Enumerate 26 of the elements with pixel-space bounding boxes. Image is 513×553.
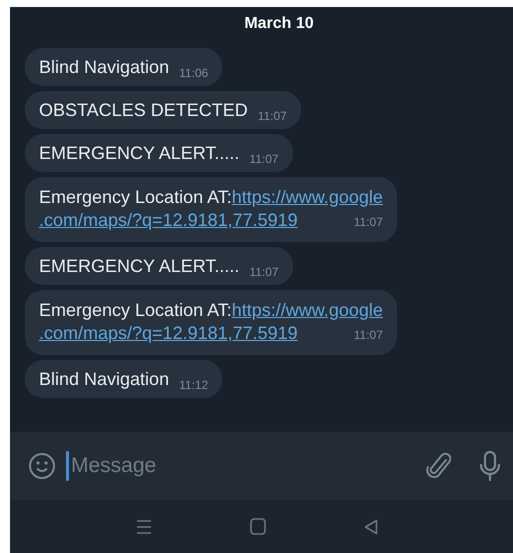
message-text: Blind Navigation [39,369,170,390]
location-link[interactable]: https://www.google [232,299,383,322]
message-time: 11:07 [354,327,383,344]
paperclip-icon[interactable] [425,451,451,481]
location-link[interactable]: .com/maps/?q=12.9181,77.5919 [39,322,298,345]
message-text: OBSTACLES DETECTED [39,100,248,121]
location-link[interactable]: .com/maps/?q=12.9181,77.5919 [39,209,298,232]
home-square-icon[interactable] [250,518,266,535]
menu-icon[interactable] [136,518,152,534]
message-time: 11:12 [179,378,208,392]
text-cursor [66,451,69,481]
message-time: 11:06 [179,66,208,80]
message-time: 11:07 [258,109,287,123]
message-time: 11:07 [249,152,279,166]
location-link[interactable]: https://www.google [232,186,383,209]
message-text: EMERGENCY ALERT..... [39,143,240,164]
emoji-icon[interactable] [28,452,56,480]
microphone-icon[interactable] [479,450,501,482]
message-time: 11:07 [354,214,383,231]
date-header: March 10 [244,15,314,33]
message-text: Emergency Location AT: [39,186,232,209]
message-text: Emergency Location AT: [39,299,232,322]
message-text: Blind Navigation [39,57,170,78]
message-text: EMERGENCY ALERT..... [39,256,240,277]
back-icon[interactable] [364,518,378,534]
message-time: 11:07 [249,265,279,279]
